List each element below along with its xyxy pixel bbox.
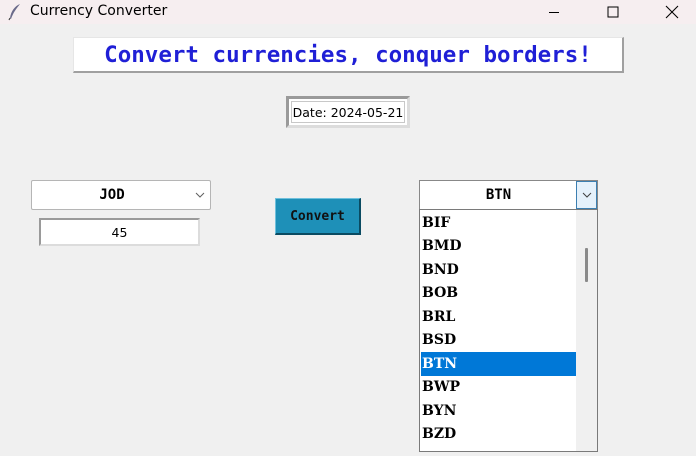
close-icon	[665, 5, 679, 19]
to-currency-select[interactable]: BTN	[419, 180, 598, 210]
dropdown-button[interactable]	[576, 181, 597, 209]
list-item[interactable]: BWP	[421, 376, 576, 400]
list-item[interactable]: BIF	[421, 211, 576, 235]
convert-button[interactable]: Convert	[275, 198, 361, 235]
scrollbar-thumb[interactable]	[585, 248, 588, 282]
close-button[interactable]	[649, 0, 695, 24]
maximize-button[interactable]	[590, 0, 636, 24]
amount-input[interactable]: 45	[39, 218, 200, 246]
dropdown-scrollbar[interactable]	[576, 210, 597, 451]
list-item[interactable]: BND	[421, 258, 576, 282]
list-item-selected[interactable]: BTN	[421, 352, 576, 376]
list-item[interactable]: BRL	[421, 305, 576, 329]
list-item[interactable]: BZD	[421, 423, 576, 447]
list-item[interactable]: BYN	[421, 399, 576, 423]
chevron-down-icon	[582, 192, 591, 198]
minimize-button[interactable]	[531, 0, 577, 24]
from-currency-value: JOD	[99, 187, 125, 203]
list-item[interactable]: BOB	[421, 282, 576, 306]
date-box: Date: 2024-05-21	[286, 96, 410, 128]
date-label: Date: 2024-05-21	[291, 101, 405, 123]
title-bar: Currency Converter	[0, 0, 696, 24]
list-item[interactable]: BSD	[421, 329, 576, 353]
feather-icon	[7, 3, 23, 21]
from-currency-select[interactable]: JOD	[31, 180, 211, 210]
heading-label: Convert currencies, conquer borders!	[73, 37, 624, 73]
chevron-down-icon	[195, 192, 205, 198]
to-currency-value: BTN	[485, 187, 512, 203]
maximize-icon	[607, 6, 619, 18]
currency-dropdown-list[interactable]: BIF BMD BND BOB BRL BSD BTN BWP BYN BZD	[419, 209, 598, 452]
list-item[interactable]: BMD	[421, 235, 576, 259]
minimize-icon	[549, 12, 559, 13]
window-title: Currency Converter	[30, 3, 168, 19]
